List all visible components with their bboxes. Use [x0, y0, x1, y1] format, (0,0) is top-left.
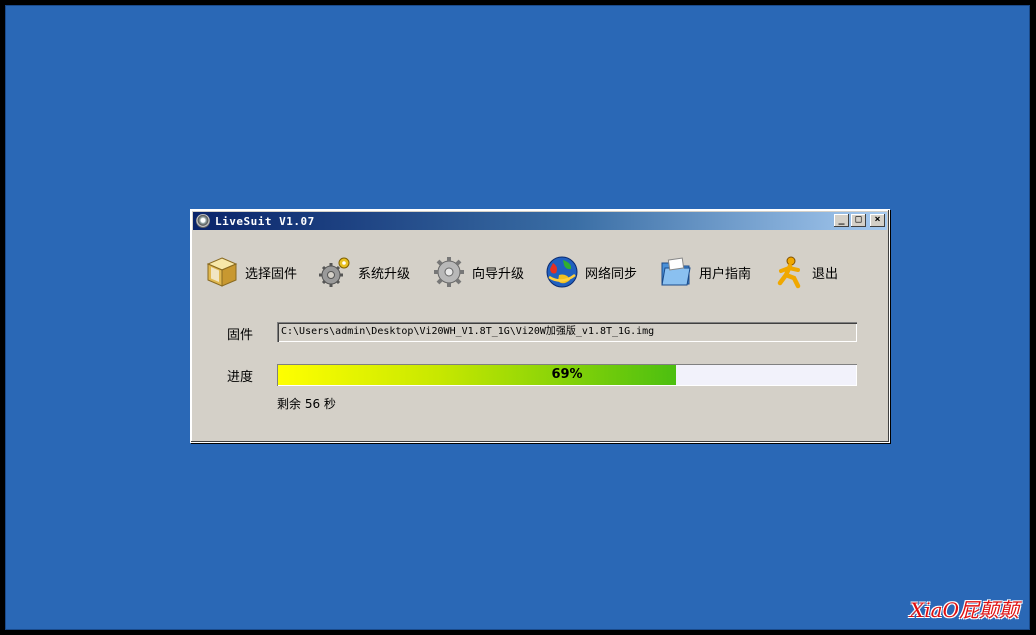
gear-wizard-icon: [434, 257, 464, 287]
progress-label: 进度: [227, 370, 254, 385]
system-upgrade-button[interactable]: 系统升级: [318, 250, 410, 294]
watermark: XiaO屁颠颠: [910, 598, 1019, 622]
box-icon: [206, 257, 238, 287]
system-upgrade-label: 系统升级: [358, 266, 411, 282]
select-firmware-label: 选择固件: [245, 266, 298, 282]
folder-icon: [661, 257, 691, 286]
minimize-button[interactable]: _: [834, 214, 849, 227]
exit-label: 退出: [812, 266, 839, 282]
network-sync-label: 网络同步: [585, 266, 638, 282]
close-button[interactable]: ×: [870, 214, 885, 227]
user-guide-label: 用户指南: [699, 266, 752, 282]
wizard-upgrade-button[interactable]: 向导升级: [432, 250, 524, 294]
maximize-button[interactable]: □: [851, 214, 866, 227]
toolbar: 选择固件 系统升级 向导升级 网络同步 用户指南 退出: [205, 250, 875, 294]
network-sync-button[interactable]: 网络同步: [545, 250, 637, 294]
firmware-path-field[interactable]: C:\Users\admin\Desktop\Vi20WH_V1.8T_1G\V…: [277, 322, 857, 342]
window-title: LiveSuit V1.07: [215, 214, 315, 228]
globe-icon: [546, 256, 578, 288]
exit-button[interactable]: 退出: [772, 250, 838, 294]
select-firmware-button[interactable]: 选择固件: [205, 250, 297, 294]
progress-percent: 69%: [551, 367, 583, 382]
remaining-time: 剩余 56 秒: [277, 397, 336, 411]
gears-icon: [319, 257, 350, 287]
wizard-upgrade-label: 向导升级: [472, 266, 525, 282]
title-bar[interactable]: LiveSuit V1.07 _ □ ×: [193, 212, 887, 230]
firmware-label: 固件: [227, 328, 254, 343]
runner-icon: [777, 256, 801, 289]
livesuit-window: LiveSuit V1.07 _ □ × 选择固件 系统升级 向导升级 网络同步…: [190, 209, 890, 443]
desktop: LiveSuit V1.07 _ □ × 选择固件 系统升级 向导升级 网络同步…: [5, 5, 1030, 630]
user-guide-button[interactable]: 用户指南: [659, 250, 751, 294]
disc-icon: [196, 214, 210, 228]
progress-bar: 69%: [277, 364, 857, 386]
